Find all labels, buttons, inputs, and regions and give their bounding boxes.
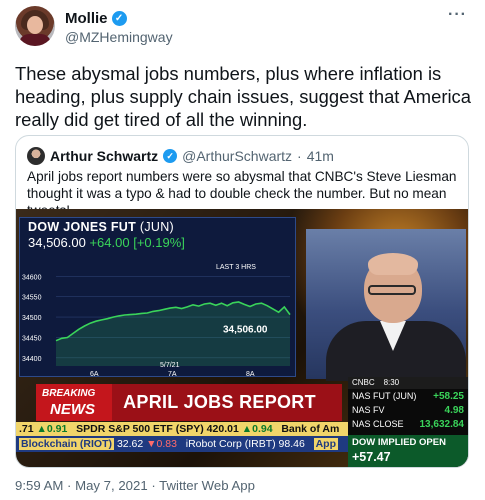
market-row: NAS FUT (JUN) +58.25 [352, 391, 466, 402]
ticker-name: iRobot Corp (IRBT) [185, 438, 276, 450]
quoted-media-image[interactable]: DOW JONES FUT (JUN) 34,506.00 +64.00 [+0… [16, 209, 468, 467]
tweet-header: Mollie ✓ @MZHemingway ··· [15, 6, 475, 50]
market-row-label: NAS CLOSE [352, 419, 404, 429]
more-horizontal-icon[interactable]: ··· [448, 6, 467, 24]
market-row: NAS CLOSE 13,632.84 [352, 419, 466, 430]
breaking-label: BREAKING [42, 388, 96, 399]
chart-panel: DOW JONES FUT (JUN) 34,506.00 +64.00 [+0… [19, 217, 296, 378]
dow-implied-box: DOW IMPLIED OPEN +57.47 [348, 435, 468, 467]
market-row-label: NAS FUT (JUN) [352, 391, 417, 401]
market-row-value: +58.25 [433, 391, 464, 402]
chart-y-tick-label: 34400 [22, 356, 42, 363]
market-panel-top: CNBC 8:30 [348, 377, 468, 389]
studio-anchor [306, 229, 466, 381]
tweet-text: These abysmal jobs numbers, plus where i… [15, 63, 471, 130]
market-row-value: 13,632.84 [419, 419, 465, 430]
ticker-value: 32.62 [116, 438, 144, 450]
chart-y-tick-label: 34500 [22, 315, 42, 322]
breaking-news-badge: BREAKING NEWS [36, 384, 112, 421]
news-label: NEWS [50, 401, 95, 418]
headline-bar: APRIL JOBS REPORT [112, 384, 342, 421]
chart-change: +64.00 [89, 235, 130, 250]
ticker-change: ▼0.83 [146, 438, 177, 450]
market-row-value: 4.98 [444, 405, 464, 416]
ticker-bottom: Blockchain (RIOT) 32.62 ▼0.83 iRobot Cor… [16, 436, 348, 452]
ticker-value: 420.01 [206, 423, 239, 435]
quoted-verified-badge-icon: ✓ [163, 149, 178, 163]
chart-y-tick-label: 34450 [22, 335, 42, 342]
quoted-author-handle[interactable]: @ArthurSchwartz [182, 148, 292, 164]
chart-range-label: LAST 3 HRS [216, 264, 256, 271]
chart-x-tick-label: 7A [168, 371, 177, 378]
ticker-value: .71 [19, 423, 34, 435]
network-logo: CNBC [352, 378, 375, 387]
quoted-timestamp[interactable]: 41m [307, 148, 334, 164]
ticker-top: .71 ▲0.91 SPDR S&P 500 ETF (SPY) 420.01 … [16, 422, 348, 436]
quoted-tweet[interactable]: Arthur Schwartz ✓ @ArthurSchwartz · 41m … [15, 135, 469, 468]
chart-y-tick-label: 34600 [22, 274, 42, 281]
clock: 8:30 [383, 378, 400, 387]
chart-x-tick-label: 6A [90, 371, 99, 378]
ticker-name: Bank of Am [281, 423, 340, 435]
quoted-separator: · [297, 148, 302, 164]
ticker-change: ▲0.91 [36, 423, 68, 435]
chart-plot: 34600 34550 34500 34450 34400 6A 7A 8A LAST 3 HR… [22, 264, 291, 378]
author-display-name[interactable]: Mollie [65, 10, 108, 27]
ticker-name: SPDR S&P 500 ETF (SPY) [76, 423, 204, 435]
chart-x-tick-label: 8A [246, 371, 255, 378]
author-avatar[interactable] [15, 6, 55, 46]
quoted-tweet-header: Arthur Schwartz ✓ @ArthurSchwartz · 41m [27, 147, 334, 165]
ticker-name: Blockchain (RIOT) [19, 438, 115, 450]
headline-text: APRIL JOBS REPORT [123, 392, 316, 412]
chart-change-pct: [+0.19%] [133, 235, 185, 250]
chart-title-suffix: (JUN) [139, 220, 174, 234]
verified-badge-icon: ✓ [111, 11, 127, 26]
ticker-change: ▲0.94 [241, 423, 273, 435]
chart-title: DOW JONES FUT (JUN) [28, 220, 174, 234]
dow-implied-label: DOW IMPLIED OPEN [352, 437, 446, 448]
tweet-meta[interactable]: 9:59 AM · May 7, 2021 · Twitter Web App [15, 478, 255, 493]
ticker-value: 98.46 [278, 438, 305, 450]
market-panel: CNBC 8:30 NAS FUT (JUN) +58.25 NAS FV 4.98… [348, 377, 468, 467]
author-name-row: Mollie ✓ [65, 10, 127, 27]
chart-quote: 34,506.00 +64.00 [+0.19%] [28, 235, 185, 250]
author-handle[interactable]: @MZHemingway [65, 29, 173, 45]
chart-last-value-label: 34,506.00 [223, 325, 268, 336]
chart-date-label: 5/7/21 [160, 362, 180, 369]
chart-title-main: DOW JONES FUT [28, 220, 137, 234]
chart-price: 34,506.00 [28, 235, 86, 250]
chart-y-tick-label: 34550 [22, 295, 42, 302]
market-row: NAS FV 4.98 [352, 405, 466, 416]
quoted-author-display-name[interactable]: Arthur Schwartz [50, 148, 158, 164]
quoted-author-avatar[interactable] [27, 147, 45, 165]
dow-implied-value: +57.47 [352, 450, 391, 464]
ticker-name: App [313, 438, 338, 450]
market-row-label: NAS FV [352, 405, 385, 415]
